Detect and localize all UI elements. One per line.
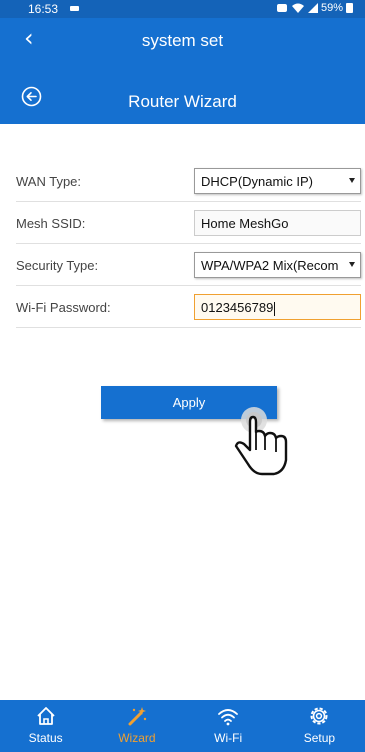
text-caret <box>274 301 276 316</box>
battery-icon <box>346 3 353 13</box>
dropdown-arrow-icon <box>349 178 355 183</box>
wifi-password-input[interactable]: 0123456789 <box>194 294 361 320</box>
tap-hand-icon <box>234 407 288 476</box>
mesh-ssid-input[interactable]: Home MeshGo <box>194 210 361 236</box>
home-icon <box>36 707 55 725</box>
sub-header: Router Wizard <box>0 62 365 124</box>
status-time: 16:53 <box>28 2 59 16</box>
tab-status[interactable]: Status <box>0 700 91 752</box>
title-bar: ‹ system set <box>0 18 365 62</box>
wan-type-select[interactable]: DHCP(Dynamic IP) <box>194 168 361 194</box>
alarm-icon <box>276 4 287 12</box>
wan-type-value: DHCP(Dynamic IP) <box>201 174 313 189</box>
status-indicators: 59% <box>276 2 353 14</box>
camera-notification-icon <box>70 6 79 11</box>
wifi-password-row: Wi-Fi Password: 0123456789 <box>16 286 361 328</box>
sub-title: Router Wizard <box>128 92 237 111</box>
security-type-row: Security Type: WPA/WPA2 Mix(Recom <box>16 244 361 286</box>
wifi-icon <box>218 709 239 726</box>
gear-icon <box>310 707 328 725</box>
tab-wizard[interactable]: Wizard <box>91 700 182 752</box>
security-type-label: Security Type: <box>16 258 99 273</box>
wan-type-label: WAN Type: <box>16 174 82 189</box>
signal-icon <box>307 3 318 13</box>
wifi-status-icon <box>291 3 304 13</box>
mesh-ssid-label: Mesh SSID: <box>16 216 86 231</box>
tab-status-label: Status <box>28 731 63 745</box>
tab-wifi-label: Wi-Fi <box>214 731 243 745</box>
router-wizard-form: WAN Type: DHCP(Dynamic IP) Mesh SSID: Ho… <box>16 160 361 328</box>
status-bar: 16:53 59% <box>0 0 365 18</box>
dropdown-arrow-icon <box>349 262 355 267</box>
security-type-value: WPA/WPA2 Mix(Recom <box>201 258 339 273</box>
mesh-ssid-value: Home MeshGo <box>201 216 289 231</box>
tab-wizard-label: Wizard <box>118 731 156 745</box>
wifi-password-value: 0123456789 <box>201 300 274 315</box>
battery-percent: 59% <box>320 2 343 14</box>
bottom-tab-bar: Status Wizard Wi-Fi Setup <box>0 700 365 752</box>
page-title: system set <box>141 31 224 50</box>
security-type-select[interactable]: WPA/WPA2 Mix(Recom <box>194 252 361 278</box>
wand-icon <box>128 707 147 726</box>
wifi-password-label: Wi-Fi Password: <box>16 300 111 315</box>
tab-wifi[interactable]: Wi-Fi <box>183 700 274 752</box>
mesh-ssid-row: Mesh SSID: Home MeshGo <box>16 202 361 244</box>
wan-type-row: WAN Type: DHCP(Dynamic IP) <box>16 160 361 202</box>
tab-setup[interactable]: Setup <box>274 700 365 752</box>
tab-setup-label: Setup <box>303 731 336 745</box>
